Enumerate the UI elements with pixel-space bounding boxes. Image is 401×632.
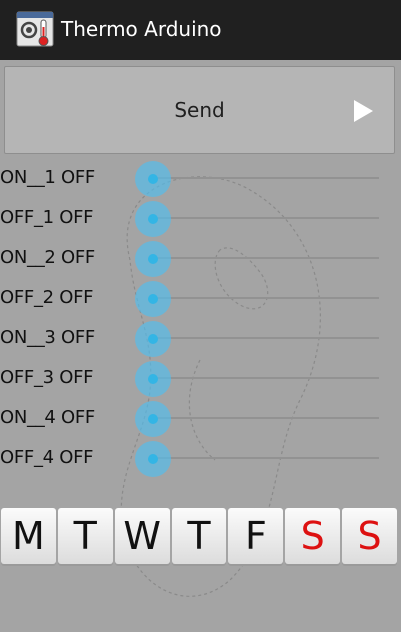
day-toggle-friday[interactable]: F (228, 508, 284, 564)
row-label: OFF_2 OFF (0, 287, 94, 308)
seekbar-thumb[interactable] (135, 401, 171, 437)
row-label: OFF_3 OFF (0, 367, 94, 388)
seekbar-track[interactable] (152, 417, 379, 419)
main-content: Send ON__1 OFF OFF_1 OFF ON__2 OFF OFF_2… (0, 60, 401, 632)
switch-row-on3: ON__3 OFF (0, 318, 401, 358)
thermometer-window-icon[interactable] (16, 9, 54, 49)
row-label: ON__3 OFF (0, 327, 95, 348)
switch-row-off4: OFF_4 OFF (0, 438, 401, 478)
action-bar: Thermo Arduino (0, 0, 401, 60)
day-toggle-sunday[interactable]: S (342, 508, 398, 564)
seekbar-track[interactable] (152, 377, 379, 379)
send-button[interactable]: Send (4, 66, 395, 154)
switch-row-off2: OFF_2 OFF (0, 278, 401, 318)
row-label: OFF_1 OFF (0, 207, 94, 228)
seekbar-track[interactable] (152, 217, 379, 219)
seekbar-track[interactable] (152, 297, 379, 299)
seekbar-track[interactable] (152, 457, 379, 459)
switch-row-off1: OFF_1 OFF (0, 198, 401, 238)
seekbar-track[interactable] (152, 257, 379, 259)
seekbar-track[interactable] (152, 177, 379, 179)
day-toggle-saturday[interactable]: S (285, 508, 341, 564)
day-toggle-monday[interactable]: M (1, 508, 56, 564)
switch-row-on2: ON__2 OFF (0, 238, 401, 278)
row-label: ON__1 OFF (0, 167, 95, 188)
seekbar-track[interactable] (152, 337, 379, 339)
seekbar-thumb[interactable] (135, 201, 171, 237)
day-toggle-wednesday[interactable]: W (114, 508, 170, 564)
seekbar-thumb[interactable] (135, 321, 171, 357)
seekbar-thumb[interactable] (135, 161, 171, 197)
day-toggle-thursday[interactable]: T (171, 508, 227, 564)
seekbar-thumb[interactable] (135, 241, 171, 277)
app-title: Thermo Arduino (61, 17, 222, 41)
seekbar-thumb[interactable] (135, 361, 171, 397)
play-arrow-icon (354, 100, 373, 122)
row-label: ON__2 OFF (0, 247, 95, 268)
row-label: ON__4 OFF (0, 407, 95, 428)
switch-row-on4: ON__4 OFF (0, 398, 401, 438)
seekbar-thumb[interactable] (135, 441, 171, 477)
switch-row-on1: ON__1 OFF (0, 158, 401, 198)
weekday-selector: M T W T F S S (1, 508, 398, 564)
seekbar-thumb[interactable] (135, 281, 171, 317)
day-toggle-tuesday[interactable]: T (57, 508, 113, 564)
row-label: OFF_4 OFF (0, 447, 94, 468)
switch-row-off3: OFF_3 OFF (0, 358, 401, 398)
send-button-label: Send (174, 98, 225, 122)
